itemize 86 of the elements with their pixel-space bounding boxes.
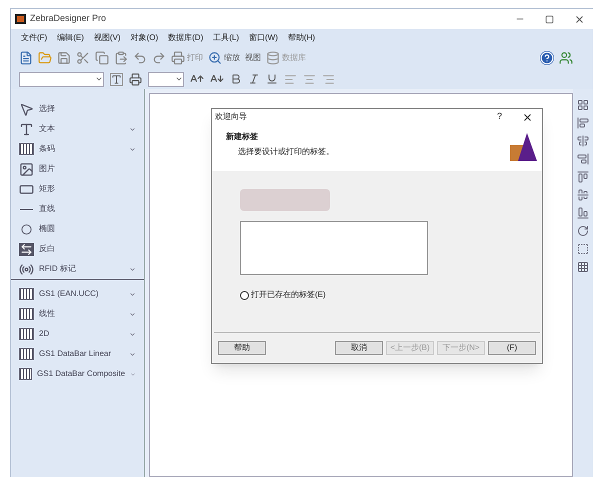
printer-icon [171,51,185,65]
database-icon [266,51,280,65]
zoom-icon [208,51,222,65]
close-icon[interactable] [522,112,533,122]
dropdown-caret-icon [129,126,136,132]
menu-item[interactable]: 帮助(H) [288,32,316,44]
tool-item[interactable]: GS1 DataBar Linear [11,344,144,364]
dialog-heading: 新建标签 [226,131,259,143]
menu-item[interactable]: 窗口(W) [249,32,278,44]
dialog-title: 欢迎向导 [215,111,248,123]
caret-icon [95,75,103,83]
dropdown-caret-icon [129,330,136,338]
menu-item[interactable]: 视图(V) [94,32,121,44]
users-icon[interactable] [559,51,573,65]
tool-item[interactable]: 线性 [11,304,144,324]
maximize-icon[interactable] [545,14,554,24]
copy-icon[interactable] [95,51,109,65]
tool-item[interactable]: 图片 [11,159,144,179]
cut-icon[interactable] [76,51,90,65]
dropdown-caret-icon [129,350,136,358]
undo-icon[interactable] [133,51,147,65]
barcode-icon [19,368,32,380]
align-left-icon[interactable] [577,117,589,129]
italic-icon[interactable] [248,73,260,85]
menu-item[interactable]: 编辑(E) [57,32,84,44]
help-icon[interactable] [540,51,554,65]
dialog-button[interactable]: (F) [488,341,536,355]
text-style-icon[interactable] [110,72,123,86]
rfid-icon [19,262,34,276]
ellipse-icon [19,224,34,234]
paste-icon[interactable] [114,51,128,65]
menu-item[interactable]: 文件(F) [21,32,48,44]
redo-icon[interactable] [152,51,166,65]
barcode-icon [19,328,34,340]
tool-item[interactable]: RFID 标记 [11,259,144,279]
align-right-icon[interactable] [577,153,589,165]
dropdown-caret-icon [129,266,136,272]
dialog-subheading: 选择要设计或打印的标签。 [237,146,335,158]
picture-icon [19,162,34,176]
tool-item[interactable]: 2D [11,324,144,344]
grid-icon[interactable] [577,261,589,273]
tool-item[interactable]: 直线 [11,199,144,219]
barcode-icon [19,143,34,155]
tool-item[interactable]: 反白 [11,239,144,259]
view-button[interactable]: 视图 [245,52,261,64]
bold-icon[interactable] [230,73,242,85]
tool-item[interactable]: GS1 DataBar Composite [11,364,144,384]
caret-icon [175,75,183,83]
new-file-icon[interactable] [19,51,33,65]
zoom-button[interactable]: 缩放 [208,51,240,65]
dropdown-caret-icon [129,310,136,318]
barcode-icon [19,288,34,300]
tool-item[interactable]: 椭圆 [11,219,144,239]
menu-item[interactable]: 数据库(D) [168,32,204,44]
tool-item[interactable]: GS1 (EAN.UCC) [11,279,144,304]
align-center-icon[interactable] [577,135,589,147]
dialog-button[interactable]: 取消 [335,341,383,355]
save-icon[interactable] [57,51,71,65]
menu-item[interactable]: 工具(L) [213,32,240,44]
dropdown-caret-icon [129,290,136,298]
window-title: ZebraDesigner Pro [30,12,108,26]
align-middle-icon[interactable] [577,189,589,201]
text-icon [19,122,34,136]
inverse-icon [19,242,34,256]
align-bottom-icon[interactable] [577,207,589,219]
line-icon [20,208,33,210]
tool-item[interactable]: 文本 [11,119,144,139]
group-icon[interactable] [577,243,589,255]
menu-item[interactable]: 对象(O) [130,32,158,44]
close-icon[interactable] [574,14,585,24]
open-existing-radio[interactable]: 打开已存在的标签(E) [240,289,326,301]
pointer-icon [19,102,34,116]
help-mark[interactable]: ? [496,110,502,124]
tool-item[interactable]: 矩形 [11,179,144,199]
tool-item[interactable]: 选择 [11,99,144,119]
rotate-icon[interactable] [577,225,589,237]
align-top-icon[interactable] [577,171,589,183]
barcode-icon [19,308,34,320]
printer-font-icon[interactable] [129,72,142,86]
app-logo-icon [15,14,26,24]
dropdown-caret-icon [129,146,136,152]
barcode-icon [19,348,34,360]
underline-icon[interactable] [266,73,278,85]
dialog-button[interactable]: 帮助 [218,341,266,355]
tool-item[interactable]: 条码 [11,139,144,159]
dropdown-caret-icon [130,370,136,378]
